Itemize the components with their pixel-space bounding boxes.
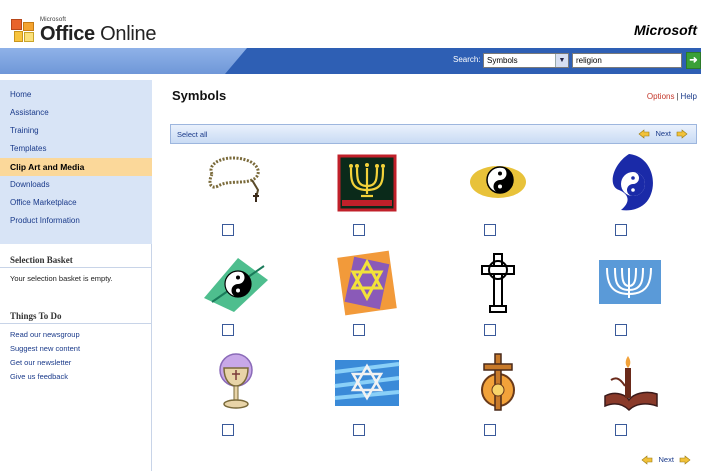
selection-basket-title: Selection Basket	[0, 252, 152, 268]
candle-book-icon[interactable]	[591, 350, 667, 416]
yin-yang-icon[interactable]	[460, 150, 536, 216]
clipart-item	[170, 148, 301, 248]
select-checkbox[interactable]	[222, 424, 234, 436]
menorah-icon[interactable]	[591, 250, 667, 316]
sidebar-item-downloads[interactable]: Downloads	[0, 176, 152, 194]
menorah-icon[interactable]	[329, 150, 405, 216]
rosary-icon[interactable]	[198, 150, 274, 216]
clipart-item	[170, 348, 301, 448]
link-read-newsgroup[interactable]: Read our newsgroup	[0, 328, 152, 342]
page-title: Symbols	[172, 88, 227, 103]
select-checkbox[interactable]	[222, 324, 234, 336]
sidebar-nav: Home Assistance Training Templates Clip …	[0, 80, 152, 244]
select-checkbox[interactable]	[484, 424, 496, 436]
help-link[interactable]: Help	[681, 92, 697, 101]
clipart-item	[563, 348, 694, 448]
next-link[interactable]: Next	[655, 129, 670, 138]
cross-icon[interactable]	[460, 350, 536, 416]
clipart-item	[563, 248, 694, 348]
sidebar-item-clip-art[interactable]: Clip Art and Media	[0, 158, 152, 176]
search-scope-select[interactable]: Symbols ▼	[483, 53, 569, 68]
yin-yang-star-icon[interactable]	[198, 250, 274, 316]
selection-toolbar: Select all Next	[170, 124, 697, 144]
arrow-right-icon[interactable]	[679, 455, 691, 465]
arrow-right-icon[interactable]	[676, 129, 688, 139]
chevron-down-icon[interactable]: ▼	[555, 54, 568, 67]
sidebar-item-training[interactable]: Training	[0, 122, 152, 140]
pager: Next	[638, 129, 688, 139]
select-checkbox[interactable]	[353, 424, 365, 436]
sidebar: Home Assistance Training Templates Clip …	[0, 80, 152, 471]
search-go-button[interactable]: ➜	[686, 52, 701, 69]
sidebar-item-home[interactable]: Home	[0, 86, 152, 104]
clipart-item	[432, 148, 563, 248]
celtic-cross-icon[interactable]	[460, 250, 536, 316]
sidebar-item-assistance[interactable]: Assistance	[0, 104, 152, 122]
office-online-logo[interactable]: Microsoft Office Online	[10, 17, 160, 46]
clipart-grid	[170, 148, 697, 448]
select-checkbox[interactable]	[484, 324, 496, 336]
things-to-do-title: Things To Do	[0, 308, 152, 324]
selection-basket: Selection Basket Your selection basket i…	[0, 252, 152, 290]
select-checkbox[interactable]	[484, 224, 496, 236]
options-link[interactable]: Options	[647, 92, 675, 101]
select-checkbox[interactable]	[615, 324, 627, 336]
microsoft-brand[interactable]: Microsoft	[634, 22, 697, 38]
link-newsletter[interactable]: Get our newsletter	[0, 356, 152, 370]
select-all-link[interactable]: Select all	[177, 130, 207, 139]
logo-text: Office Online	[40, 23, 157, 45]
star-of-david-icon[interactable]	[329, 350, 405, 416]
arrow-left-icon[interactable]	[638, 129, 650, 139]
clipart-item	[432, 348, 563, 448]
sidebar-item-product-info[interactable]: Product Information	[0, 212, 152, 230]
select-checkbox[interactable]	[615, 224, 627, 236]
sidebar-item-templates[interactable]: Templates	[0, 140, 152, 158]
link-suggest-content[interactable]: Suggest new content	[0, 342, 152, 356]
sidebar-item-marketplace[interactable]: Office Marketplace	[0, 194, 152, 212]
office-logo-icon	[10, 18, 36, 44]
arrow-left-icon[interactable]	[641, 455, 653, 465]
bottom-next-link[interactable]: Next	[658, 455, 673, 464]
search-label: Search:	[453, 55, 481, 64]
select-checkbox[interactable]	[353, 324, 365, 336]
things-to-do: Things To Do Read our newsgroup Suggest …	[0, 308, 152, 384]
select-checkbox[interactable]	[222, 224, 234, 236]
star-of-david-icon[interactable]	[329, 250, 405, 316]
clipart-item	[170, 248, 301, 348]
yin-yang-star-icon[interactable]	[591, 150, 667, 216]
header: Microsoft Office Online Microsoft	[0, 0, 701, 48]
selection-basket-text: Your selection basket is empty.	[10, 274, 113, 283]
clipart-item	[301, 248, 432, 348]
clipart-item	[563, 148, 694, 248]
link-feedback[interactable]: Give us feedback	[0, 370, 152, 384]
select-checkbox[interactable]	[353, 224, 365, 236]
select-checkbox[interactable]	[615, 424, 627, 436]
chalice-icon[interactable]	[198, 350, 274, 416]
clipart-item	[432, 248, 563, 348]
search-input[interactable]: religion	[572, 53, 682, 68]
top-links: Options | Help	[646, 92, 697, 101]
clipart-item	[301, 148, 432, 248]
clipart-item	[301, 348, 432, 448]
bottom-pager: Next	[641, 455, 691, 465]
